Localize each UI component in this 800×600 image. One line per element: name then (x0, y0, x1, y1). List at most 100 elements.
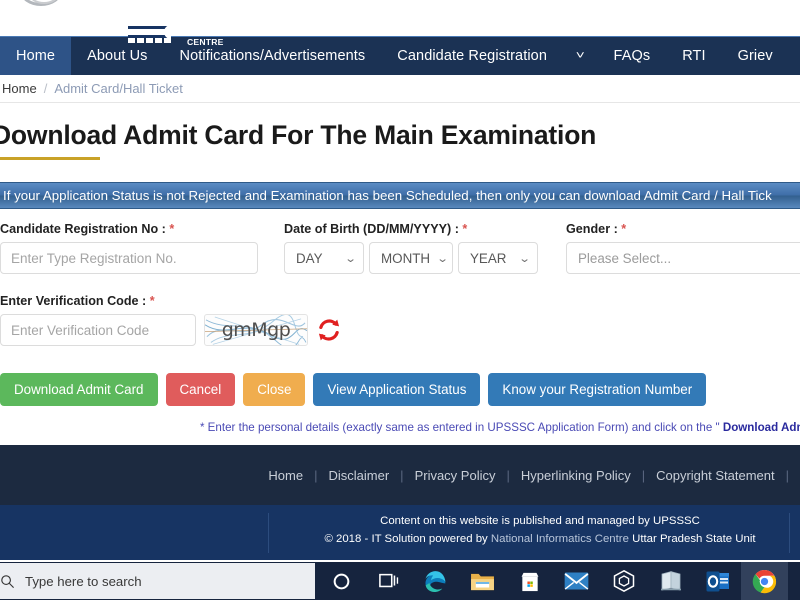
footer-link-disclaimer[interactable]: Disclaimer (329, 468, 390, 483)
footer-separator: | (785, 467, 789, 483)
note-bold-text: Download Admi (722, 421, 800, 434)
microsoft-store-icon[interactable] (506, 562, 553, 600)
gender-value: Please Select... (578, 250, 672, 266)
footer-credit-line-2: © 2018 - IT Solution powered by National… (300, 531, 780, 549)
upsssc-emblem-icon (20, 0, 62, 6)
footer-divider-right (789, 513, 790, 553)
chevron-down-icon: ⌄ (436, 252, 449, 265)
footer-link-privacy-policy[interactable]: Privacy Policy (415, 468, 496, 483)
footer-separator: | (400, 467, 404, 483)
required-asterisk: * (169, 222, 175, 236)
chevron-down-icon: ˅ (575, 49, 585, 62)
nic-word-line-2: INFORMATICS (187, 26, 249, 37)
label-text: Candidate Registration No : (0, 222, 166, 236)
nav-item-label: Griev (737, 48, 773, 64)
nav-item-grievance[interactable]: Griev (722, 37, 789, 75)
mail-icon[interactable] (553, 562, 600, 600)
dob-day-value: DAY (296, 250, 323, 266)
refresh-icon[interactable] (316, 317, 342, 343)
required-asterisk: * (462, 222, 468, 236)
nav-item-label: RTI (682, 48, 706, 64)
main-navigation: Home About Us Notifications/Advertisemen… (0, 36, 800, 75)
microsoft-edge-icon[interactable] (412, 562, 459, 600)
credit-suffix: Uttar Pradesh State Unit (628, 532, 756, 545)
google-chrome-icon[interactable] (741, 562, 788, 600)
footer-separator: | (506, 467, 510, 483)
nav-item-dropdown-toggle[interactable]: ˅ (563, 37, 598, 75)
nic-logo: NATIONAL INFORMATICS CENTRE (128, 16, 248, 47)
label-text: Gender : (566, 222, 618, 236)
search-icon (1, 574, 14, 588)
footer-separator: | (641, 467, 646, 483)
nav-item-candidate-registration[interactable]: Candidate Registration (381, 37, 563, 75)
footer-credit-line-1: Content on this website is published and… (380, 515, 700, 527)
footer-credit-text: Content on this website is published and… (300, 513, 780, 548)
nic-wordmark: NATIONAL INFORMATICS CENTRE (187, 16, 248, 47)
footer-link-bar: Home | Disclaimer | Privacy Policy | Hyp… (0, 445, 800, 505)
captcha-image: gmMgp (204, 314, 308, 346)
nav-item-label: Notifications/Advertisements (179, 48, 366, 64)
view-application-status-button[interactable]: View Application Status (313, 373, 481, 406)
required-asterisk: * (149, 294, 155, 308)
close-button[interactable]: Close (243, 373, 306, 406)
taskbar-search-placeholder: Type here to search (25, 573, 142, 589)
chevron-down-icon: ⌄ (344, 252, 357, 265)
nic-word-line-1: NATIONAL (187, 16, 233, 26)
required-asterisk: * (621, 222, 627, 236)
breadcrumb-current[interactable]: Admit Card/Hall Ticket (54, 81, 183, 96)
footer-link-home[interactable]: Home (268, 468, 303, 483)
nav-item-rti[interactable]: RTI (666, 37, 721, 75)
footer-separator: | (314, 467, 318, 483)
nic-word-line-3: CENTRE (187, 36, 224, 47)
footer-link-hyperlinking-policy[interactable]: Hyperlinking Policy (521, 468, 631, 483)
breadcrumb-separator: / (43, 81, 48, 96)
dob-year-select[interactable]: YEAR ⌄ (458, 242, 538, 274)
cortana-icon[interactable] (318, 562, 365, 600)
admit-card-form: Candidate Registration No : * Date of Bi… (0, 222, 800, 354)
label-text: Enter Verification Code : (0, 294, 147, 308)
gender-select[interactable]: Please Select... (566, 242, 800, 274)
label-text: Date of Birth (DD/MM/YYYY) : (284, 222, 459, 236)
captcha-text: gmMgp (221, 319, 291, 341)
outlook-icon[interactable] (694, 562, 741, 600)
taskbar-search-box[interactable]: Type here to search (0, 563, 315, 599)
footer-divider-left (268, 513, 269, 553)
registration-no-label: Candidate Registration No : * (0, 222, 258, 236)
cancel-button[interactable]: Cancel (165, 373, 236, 406)
verification-code-input[interactable] (0, 314, 196, 346)
file-explorer-icon[interactable] (459, 562, 506, 600)
footer-link-copyright-statement[interactable]: Copyright Statement (656, 468, 775, 483)
registration-no-input[interactable] (0, 242, 258, 274)
sticky-notes-icon[interactable] (647, 562, 694, 600)
verification-code-label: Enter Verification Code : * (0, 294, 800, 308)
info-alert-banner: If your Application Status is not Reject… (0, 182, 800, 209)
browser-page: Home About Us Notifications/Advertisemen… (0, 0, 800, 600)
form-action-buttons: Download Admit Card Cancel Close View Ap… (0, 373, 707, 406)
dob-day-select[interactable]: DAY ⌄ (284, 242, 364, 274)
dob-year-value: YEAR (470, 250, 507, 266)
field-group-date-of-birth: Date of Birth (DD/MM/YYYY) : * DAY ⌄ MON… (284, 222, 538, 274)
nav-item-label: About Us (87, 48, 148, 64)
form-instruction-note: * Enter the personal details (exactly sa… (0, 421, 800, 434)
nav-item-label: Candidate Registration (397, 48, 548, 64)
site-header-strip (0, 0, 800, 36)
field-group-registration-no: Candidate Registration No : * (0, 222, 258, 274)
dob-month-value: MONTH (381, 250, 431, 266)
task-view-icon[interactable] (365, 562, 412, 600)
chevron-down-icon: ⌄ (518, 252, 531, 265)
page-title: Download Admit Card For The Main Examina… (0, 120, 597, 150)
know-your-registration-number-button[interactable]: Know your Registration Number (488, 373, 707, 406)
credit-nic-link[interactable]: National Informatics Centre (491, 533, 629, 545)
nav-item-home[interactable]: Home (0, 37, 72, 75)
download-admit-card-button[interactable]: Download Admit Card (0, 373, 158, 406)
gender-label: Gender : * (566, 222, 800, 236)
nav-item-faqs[interactable]: FAQs (598, 37, 667, 75)
3d-viewer-icon[interactable] (600, 562, 647, 600)
note-text: * Enter the personal details (exactly sa… (199, 421, 723, 434)
field-group-gender: Gender : * Please Select... (566, 222, 800, 274)
dob-month-select[interactable]: MONTH ⌄ (369, 242, 453, 274)
nic-logo-icon (128, 20, 171, 43)
nav-item-label: FAQs (613, 48, 651, 64)
credit-prefix: © 2018 - IT Solution powered by (324, 532, 491, 545)
breadcrumb-home[interactable]: Home (2, 81, 37, 96)
